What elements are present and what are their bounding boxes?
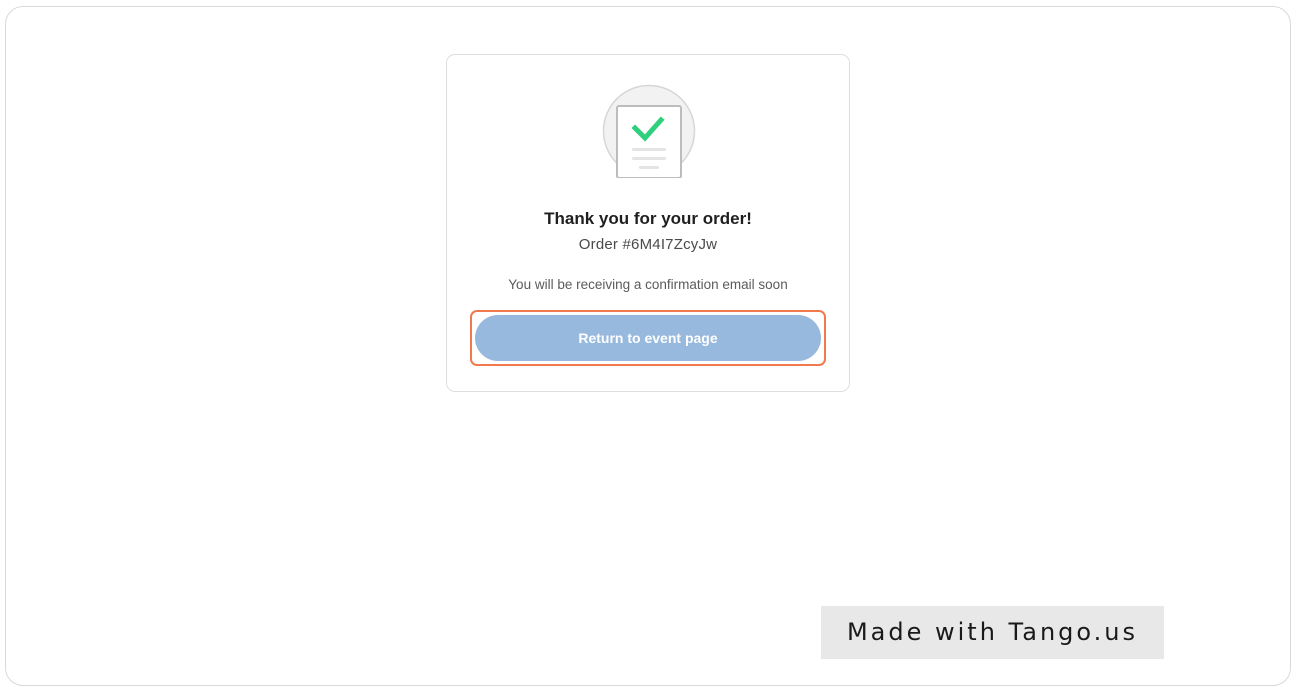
return-to-event-page-button[interactable]: Return to event page (475, 315, 821, 361)
confirmation-email-note: You will be receiving a confirmation ema… (508, 277, 788, 292)
order-confirmed-icon (602, 84, 696, 179)
return-button-highlight: Return to event page (470, 310, 826, 366)
order-number: Order #6M4I7ZcyJw (578, 236, 718, 253)
tango-watermark: Made with Tango.us (821, 606, 1164, 659)
order-confirmation-card: Thank you for your order! Order #6M4I7Zc… (446, 54, 850, 392)
confirmation-title: Thank you for your order! (544, 209, 752, 228)
